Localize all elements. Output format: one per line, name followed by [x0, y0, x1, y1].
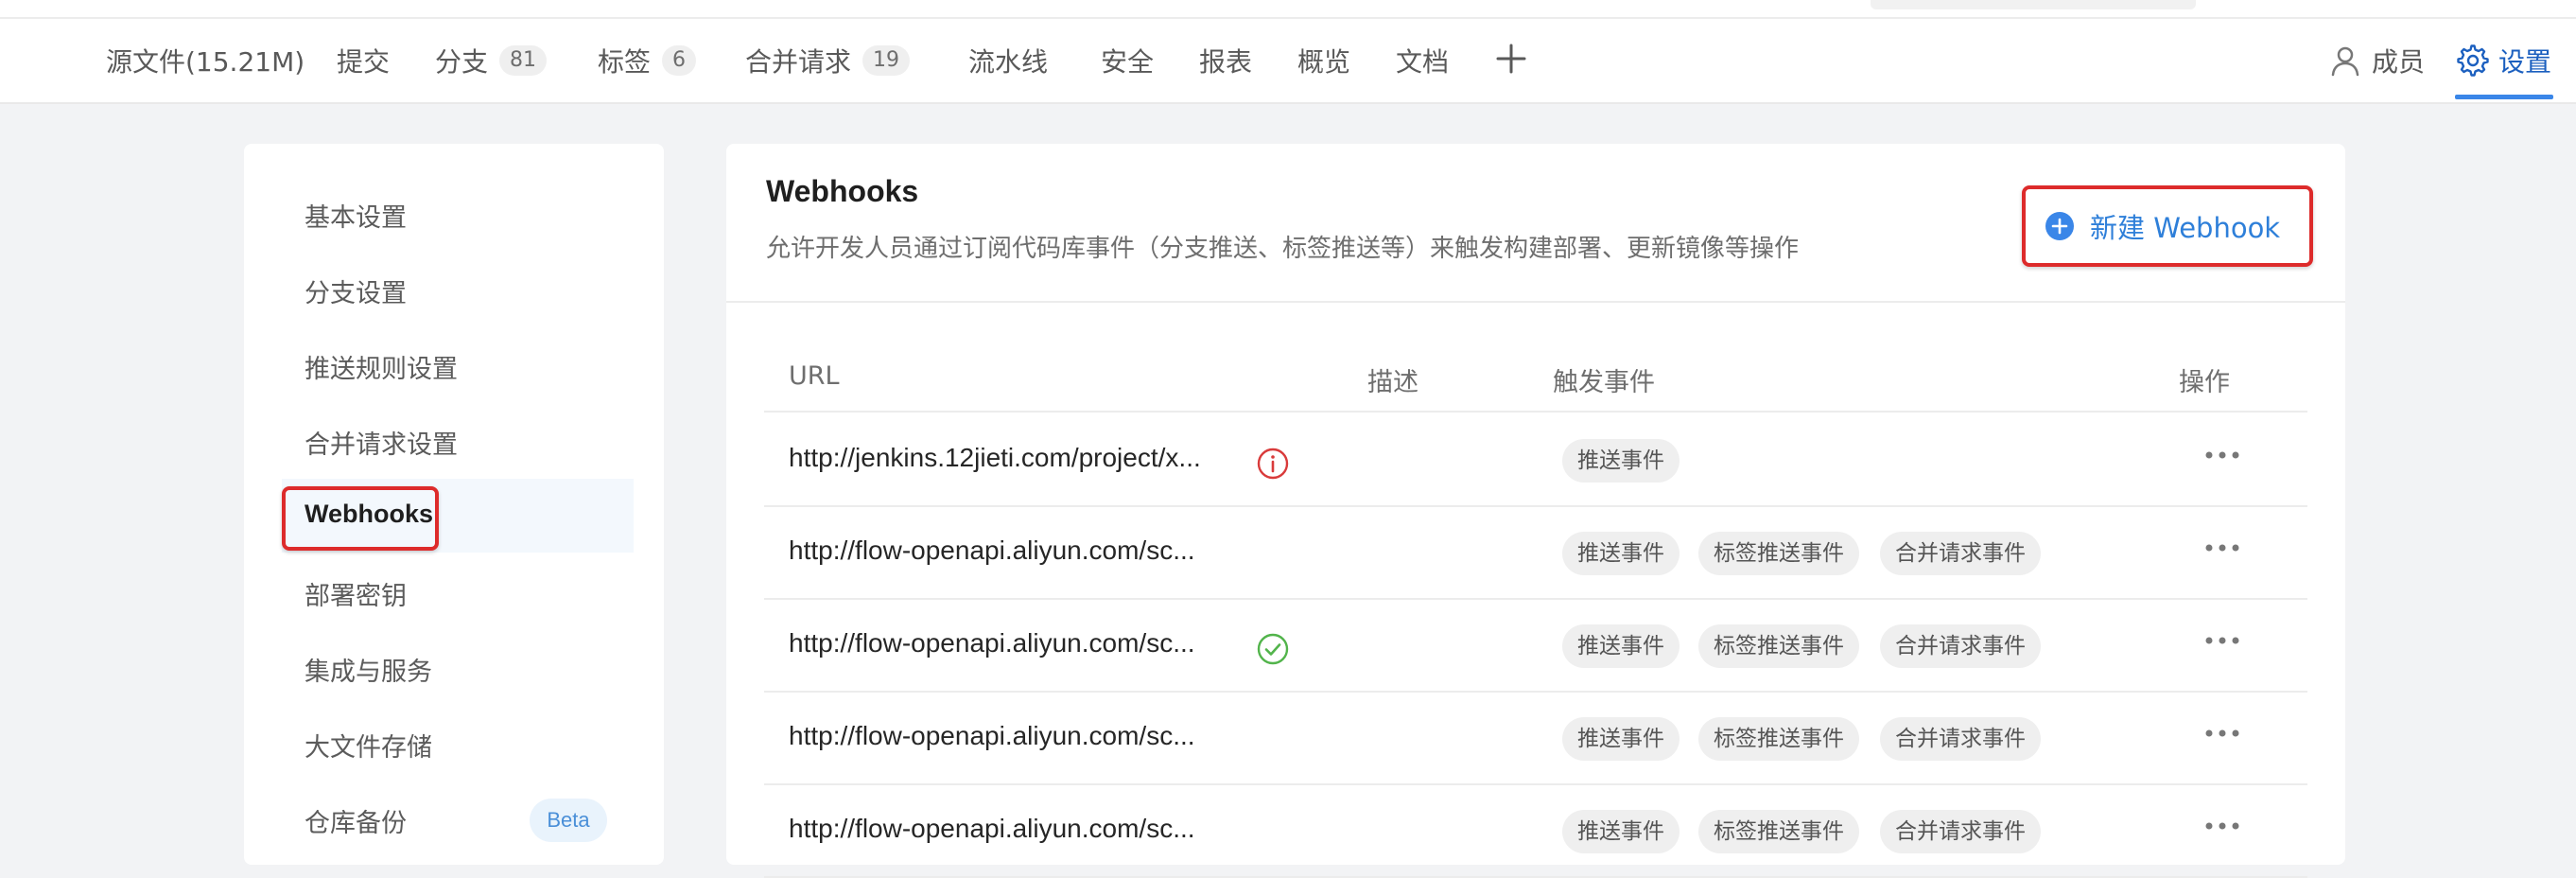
nav-tab-label: 流水线	[968, 46, 1049, 78]
settings-label: 设置	[2498, 46, 2552, 78]
sidebar-item-lfs[interactable]: 大文件存储	[305, 727, 432, 764]
sidebar-item-deploy-keys[interactable]: 部署密钥	[305, 575, 407, 612]
nav-tab-merge-requests[interactable]: 合并请求 19	[745, 19, 911, 102]
webhook-url[interactable]: http://jenkins.12jieti.com/project/x...	[789, 443, 1201, 473]
error-info-icon[interactable]	[1256, 447, 1290, 481]
nav-tab-label: 标签	[598, 46, 652, 78]
plus-icon[interactable]	[1492, 40, 1530, 78]
sidebar-item-integrations[interactable]: 集成与服务	[305, 651, 432, 688]
event-tag: 推送事件	[1562, 810, 1680, 853]
nav-tab-source[interactable]: 源文件(15.21M)	[106, 19, 305, 102]
webhook-url[interactable]: http://flow-openapi.aliyun.com/sc...	[789, 536, 1195, 566]
nav-tab-branches[interactable]: 分支 81	[435, 19, 548, 102]
more-icon[interactable]	[2203, 819, 2241, 833]
table-row: http://flow-openapi.aliyun.com/sc... 推送事…	[764, 505, 2307, 600]
nav-tab-label: 分支	[435, 46, 489, 78]
members-link[interactable]: 成员	[2328, 19, 2425, 102]
settings-tab[interactable]: 设置	[2457, 19, 2551, 102]
new-webhook-label: 新建 Webhook	[2090, 212, 2281, 244]
table-row: http://flow-openapi.aliyun.com/sc... 推送事…	[764, 783, 2307, 878]
nav-tab-label: 文档	[1396, 46, 1450, 78]
plus-circle-icon	[2045, 212, 2074, 240]
repo-nav-bar: 源文件(15.21M) 提交 分支 81 标签 6 合并请求 19 流水线 安全 报表…	[0, 19, 2576, 104]
highlight-box	[282, 486, 439, 551]
event-tag: 合并请求事件	[1880, 624, 2041, 668]
nav-tab-label: 报表	[1199, 46, 1253, 78]
event-tag: 标签推送事件	[1698, 717, 1859, 761]
nav-tab-tags[interactable]: 标签 6	[598, 19, 697, 102]
members-label: 成员	[2372, 46, 2426, 78]
top-strip-fragment	[1871, 0, 2196, 9]
event-tag: 标签推送事件	[1698, 532, 1859, 575]
nav-tab-pipelines[interactable]: 流水线	[968, 19, 1048, 102]
nav-tab-label: 提交	[337, 46, 391, 78]
table-row: http://jenkins.12jieti.com/project/x... …	[764, 413, 2307, 507]
event-tag: 标签推送事件	[1698, 624, 1859, 668]
sidebar-item-branch[interactable]: 分支设置	[305, 272, 407, 309]
event-tag: 推送事件	[1562, 624, 1680, 668]
more-icon[interactable]	[2203, 448, 2241, 462]
success-check-icon[interactable]	[1256, 632, 1290, 666]
header-divider	[726, 301, 2345, 303]
event-tag: 推送事件	[1562, 532, 1680, 575]
sidebar-item-basic[interactable]: 基本设置	[305, 197, 407, 234]
nav-tab-overview[interactable]: 概览	[1297, 19, 1350, 102]
nav-tab-label: 概览	[1297, 46, 1351, 78]
webhooks-panel: Webhooks 允许开发人员通过订阅代码库事件（分支推送、标签推送等）来触发构…	[726, 144, 2345, 878]
page-title: Webhooks	[766, 174, 919, 208]
new-webhook-button[interactable]: 新建 Webhook	[2022, 185, 2313, 267]
table-row: http://flow-openapi.aliyun.com/sc... 推送事…	[764, 691, 2307, 785]
active-tab-indicator	[2455, 95, 2553, 99]
sidebar-item-backup[interactable]: 仓库备份	[305, 802, 407, 839]
webhook-url[interactable]: http://flow-openapi.aliyun.com/sc...	[789, 721, 1195, 751]
column-header-url: URL	[789, 361, 840, 391]
event-tag: 推送事件	[1562, 439, 1680, 483]
gear-icon	[2457, 44, 2489, 77]
column-header-description: 描述	[1367, 368, 1419, 397]
event-tag: 合并请求事件	[1880, 717, 2041, 761]
webhook-url[interactable]: http://flow-openapi.aliyun.com/sc...	[789, 814, 1195, 844]
more-icon[interactable]	[2203, 634, 2241, 647]
event-tag: 推送事件	[1562, 717, 1680, 761]
count-badge: 6	[662, 45, 697, 76]
top-strip	[0, 0, 2576, 19]
column-header-events: 触发事件	[1553, 368, 1655, 397]
event-tag: 合并请求事件	[1880, 810, 2041, 853]
column-header-actions: 操作	[2179, 368, 2230, 397]
sidebar-item-merge-request[interactable]: 合并请求设置	[305, 424, 458, 461]
beta-badge: Beta	[530, 799, 607, 842]
table-row: http://flow-openapi.aliyun.com/sc... 推送事…	[764, 598, 2307, 693]
more-icon[interactable]	[2203, 541, 2241, 554]
sidebar-item-push-rules[interactable]: 推送规则设置	[305, 348, 458, 385]
event-tag: 合并请求事件	[1880, 532, 2041, 575]
nav-tab-label: 安全	[1101, 46, 1155, 78]
count-badge: 81	[499, 45, 548, 76]
nav-tab-docs[interactable]: 文档	[1396, 19, 1449, 102]
more-icon[interactable]	[2203, 727, 2241, 740]
page-description: 允许开发人员通过订阅代码库事件（分支推送、标签推送等）来触发构建部署、更新镜像等…	[766, 235, 1800, 263]
nav-tab-reports[interactable]: 报表	[1199, 19, 1252, 102]
nav-tab-label: 合并请求	[745, 46, 852, 78]
count-badge: 19	[862, 45, 911, 76]
event-tag: 标签推送事件	[1698, 810, 1859, 853]
settings-sidebar: 基本设置 分支设置 推送规则设置 合并请求设置 Webhooks 部署密钥 集成…	[244, 144, 664, 865]
nav-tab-security[interactable]: 安全	[1101, 19, 1154, 102]
nav-tab-label: 源文件(15.21M)	[106, 46, 305, 78]
webhook-url[interactable]: http://flow-openapi.aliyun.com/sc...	[789, 628, 1195, 658]
nav-tab-commits[interactable]: 提交	[337, 19, 390, 102]
user-icon	[2331, 46, 2359, 77]
